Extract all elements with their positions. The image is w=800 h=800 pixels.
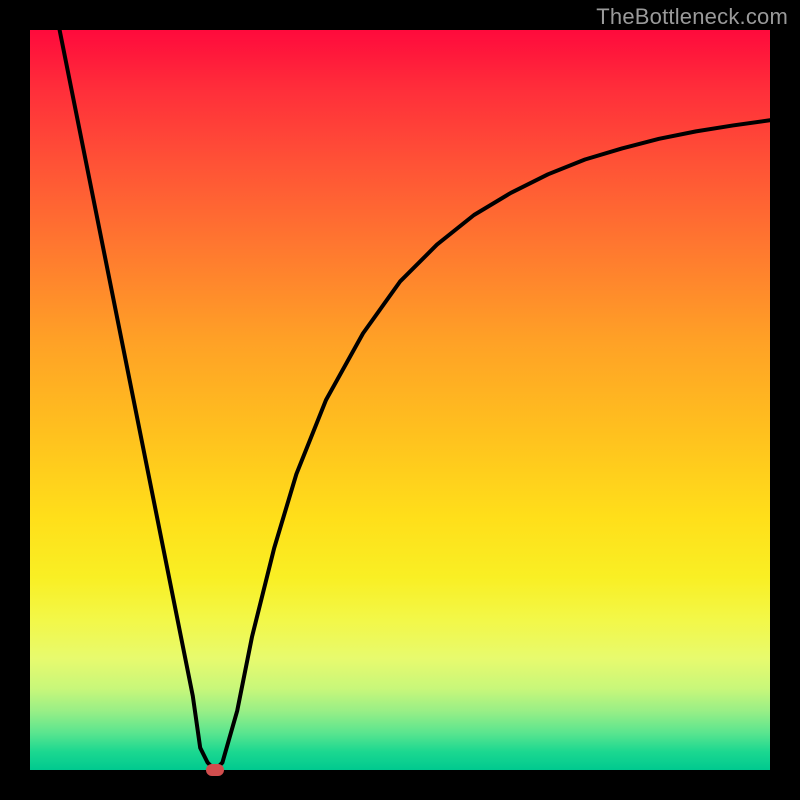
minimum-marker [206,764,224,776]
attribution-text: TheBottleneck.com [596,4,788,30]
chart-frame: TheBottleneck.com [0,0,800,800]
plot-area [30,30,770,770]
bottleneck-curve [30,30,770,770]
